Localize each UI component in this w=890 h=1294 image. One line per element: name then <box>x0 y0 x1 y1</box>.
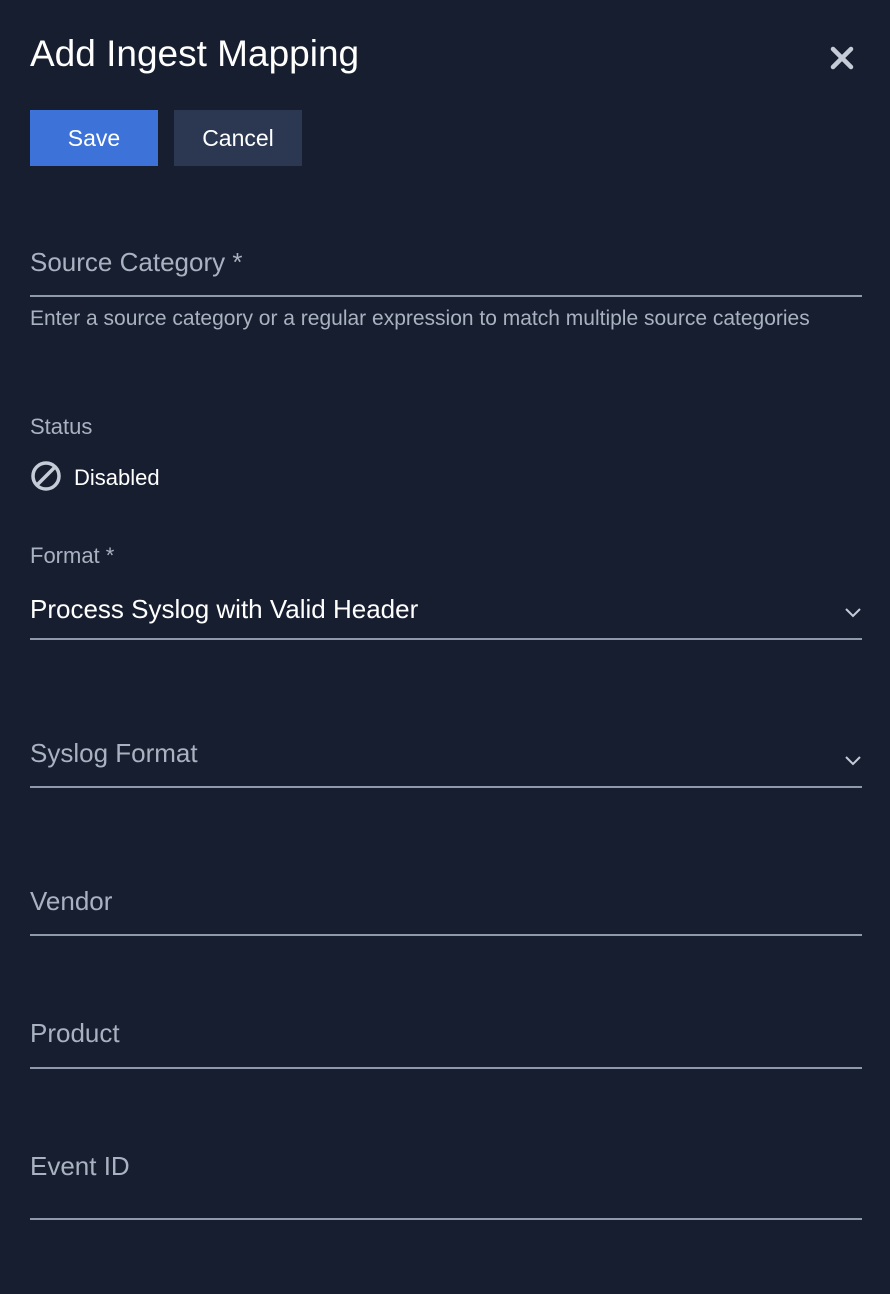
source-category-underline <box>30 295 862 297</box>
status-value: Disabled <box>74 465 160 490</box>
vendor-placeholder: Vendor <box>30 886 113 916</box>
format-value: Process Syslog with Valid Header <box>30 594 419 624</box>
dialog-title: Add Ingest Mapping <box>30 33 360 74</box>
status-label: Status <box>30 414 93 439</box>
event-id-placeholder: Event ID <box>30 1151 130 1181</box>
vendor-field[interactable]: Vendor <box>30 882 862 938</box>
chevron-down-icon <box>845 756 861 766</box>
source-category-field[interactable]: Source Category * <box>30 244 862 298</box>
product-underline <box>30 1067 862 1069</box>
event-id-field[interactable]: Event ID <box>30 1147 862 1221</box>
event-id-underline <box>30 1218 862 1220</box>
source-category-placeholder: Source Category * <box>30 247 243 277</box>
close-icon[interactable] <box>826 42 858 74</box>
syslog-format-placeholder: Syslog Format <box>30 738 198 768</box>
format-underline <box>30 638 862 640</box>
product-placeholder: Product <box>30 1018 120 1048</box>
format-label: Format * <box>30 543 115 568</box>
disabled-icon <box>30 460 62 497</box>
syslog-format-underline <box>30 786 862 788</box>
status-toggle[interactable]: Disabled <box>30 460 160 497</box>
format-select[interactable]: Process Syslog with Valid Header <box>30 590 862 642</box>
source-category-helper: Enter a source category or a regular exp… <box>30 307 810 330</box>
add-ingest-mapping-panel: Add Ingest Mapping Save Cancel Source Ca… <box>0 0 890 1294</box>
vendor-underline <box>30 934 862 936</box>
product-field[interactable]: Product <box>30 1014 862 1070</box>
syslog-format-select[interactable]: Syslog Format <box>30 734 862 790</box>
chevron-down-icon <box>845 608 861 618</box>
cancel-button[interactable]: Cancel <box>174 110 302 166</box>
save-button[interactable]: Save <box>30 110 158 166</box>
